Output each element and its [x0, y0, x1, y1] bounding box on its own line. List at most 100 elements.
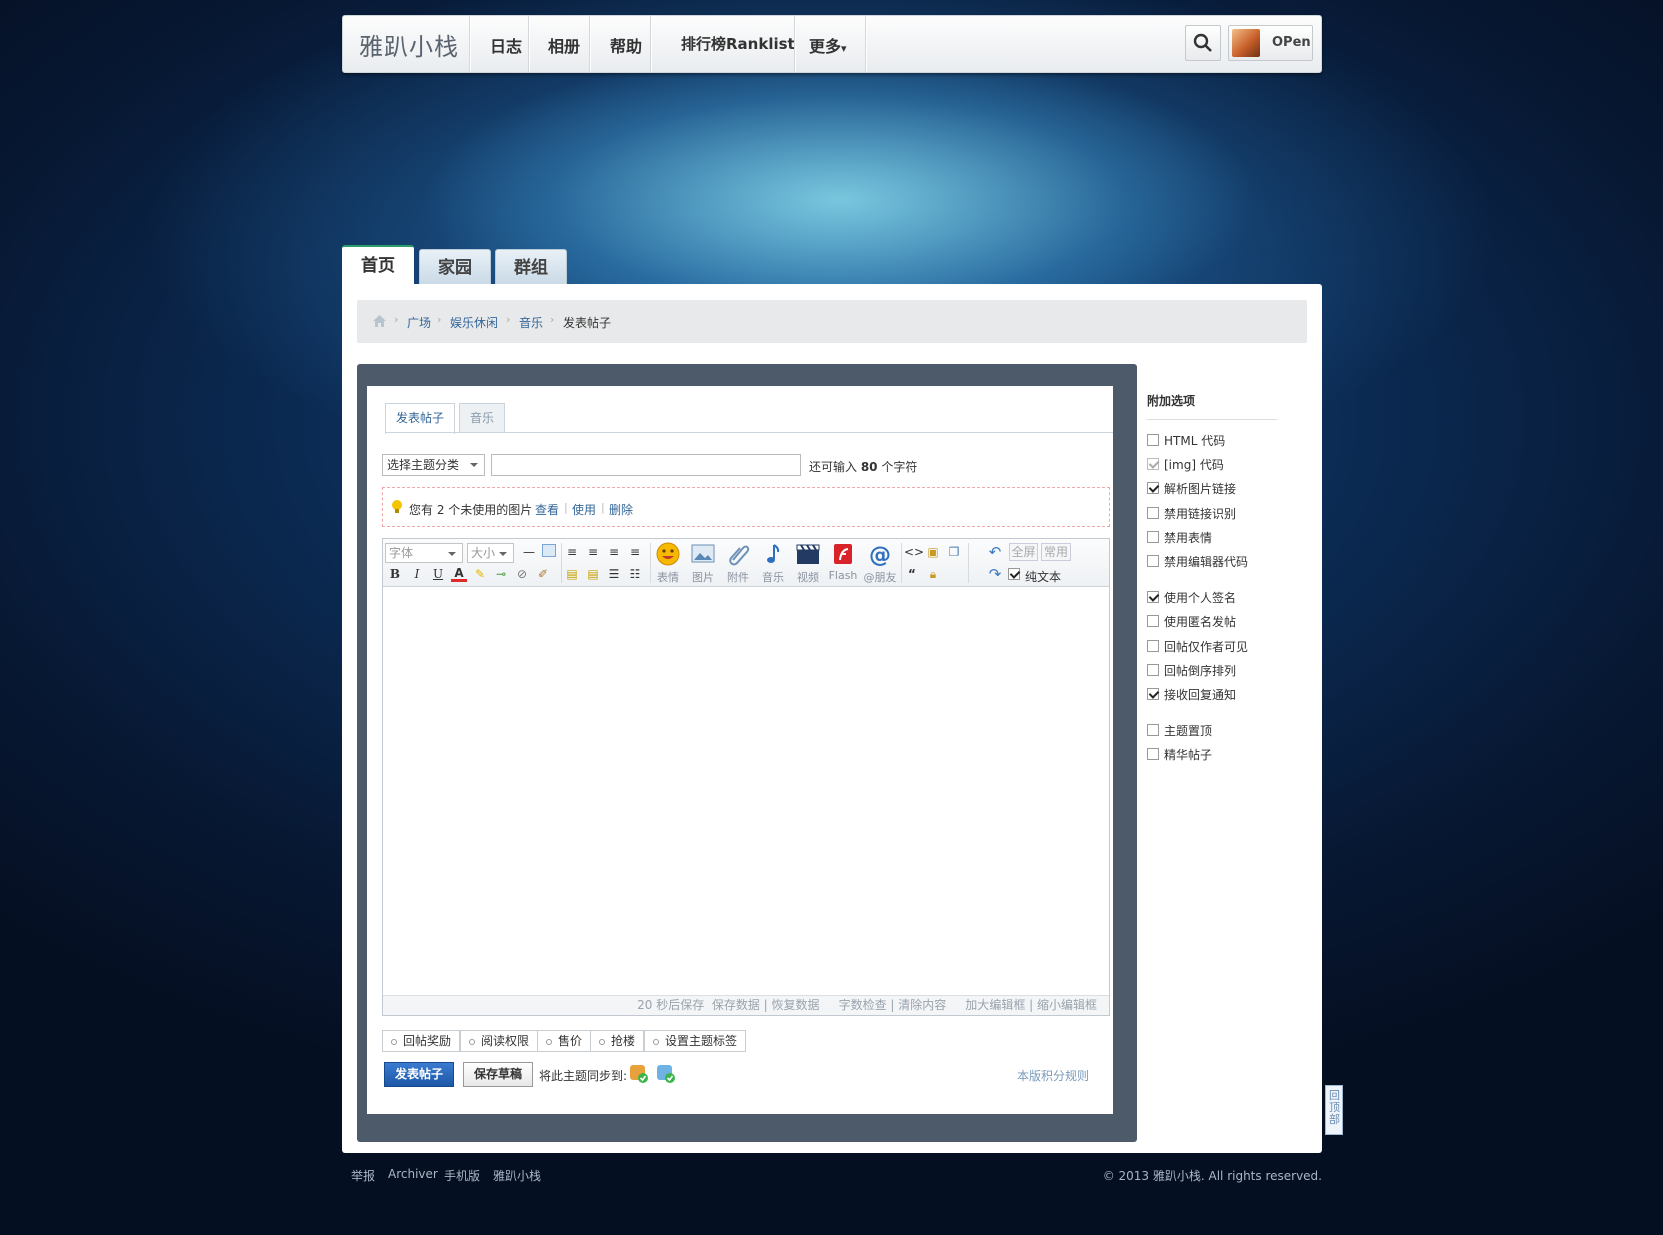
option-checkbox[interactable]	[1147, 688, 1159, 700]
horizontal-rule-icon[interactable]: —	[521, 544, 537, 560]
option-checkbox[interactable]	[1147, 482, 1159, 494]
table-icon[interactable]	[542, 544, 556, 557]
search-button[interactable]	[1185, 25, 1221, 61]
option-checkbox[interactable]	[1147, 434, 1159, 446]
emoji-button[interactable]: 表情	[653, 542, 683, 585]
bold-icon[interactable]: B	[387, 566, 403, 582]
video-button[interactable]: 视频	[793, 542, 823, 585]
title-input[interactable]	[491, 454, 801, 476]
sync-weibo-icon[interactable]	[629, 1064, 649, 1084]
nav-item-blog[interactable]: 日志	[490, 33, 522, 57]
plaintext-checkbox[interactable]	[1008, 568, 1022, 582]
extra-option-10[interactable]: 接收回复通知	[1147, 686, 1236, 703]
font-size-select[interactable]: 大小	[467, 543, 514, 563]
font-family-select[interactable]: 字体	[385, 543, 463, 563]
extra-option-11[interactable]: 主题置顶	[1147, 722, 1212, 739]
attachment-button[interactable]: 附件	[723, 542, 753, 585]
footer-mobile-link[interactable]: 手机版	[444, 1167, 480, 1184]
align-left-icon[interactable]: ≡	[564, 544, 580, 560]
extra-option-12[interactable]: 精华帖子	[1147, 746, 1212, 763]
delete-images-link[interactable]: 删除	[609, 501, 633, 518]
extra-option-6[interactable]: 使用个人签名	[1147, 589, 1236, 606]
nav-item-help[interactable]: 帮助	[610, 33, 642, 57]
extra-option-1[interactable]: [img] 代码	[1147, 456, 1224, 473]
view-images-link[interactable]: 查看	[535, 501, 559, 518]
read-permission-button[interactable]: 阅读权限	[460, 1030, 539, 1052]
nav-item-more[interactable]: 更多▾	[809, 33, 847, 57]
highlight-icon[interactable]: ✎	[472, 566, 488, 582]
common-button[interactable]: 常用	[1041, 543, 1071, 561]
submit-post-button[interactable]: 发表帖子	[384, 1062, 454, 1087]
option-checkbox[interactable]	[1147, 591, 1159, 603]
lock-icon[interactable]: 🔒︎	[925, 566, 941, 582]
option-checkbox[interactable]	[1147, 531, 1159, 543]
user-menu-button[interactable]: OPen	[1228, 25, 1313, 61]
undo-icon[interactable]: ↶	[987, 544, 1003, 560]
option-checkbox[interactable]	[1147, 748, 1159, 760]
home-icon[interactable]	[373, 315, 386, 327]
image-button[interactable]: 图片	[688, 542, 718, 585]
option-checkbox[interactable]	[1147, 640, 1159, 652]
align-justify-icon[interactable]: ≡	[606, 544, 622, 560]
flash-button[interactable]: Flash	[828, 542, 858, 582]
reply-reward-button[interactable]: 回帖奖励	[382, 1030, 461, 1052]
back-to-top-button[interactable]: 回顶部	[1325, 1085, 1343, 1135]
redo-icon[interactable]: ↷	[987, 566, 1003, 582]
tab-groups[interactable]: 群组	[495, 249, 567, 285]
underline-icon[interactable]: U	[430, 566, 446, 582]
float-right-icon[interactable]: ▤	[585, 566, 601, 582]
fullscreen-button[interactable]: 全屏	[1009, 543, 1038, 561]
footer-archiver-link[interactable]: Archiver	[388, 1167, 438, 1181]
extra-option-0[interactable]: HTML 代码	[1147, 432, 1225, 449]
extra-option-2[interactable]: 解析图片链接	[1147, 480, 1236, 497]
option-checkbox[interactable]	[1147, 664, 1159, 676]
align-center-icon[interactable]: ≡	[585, 544, 601, 560]
font-color-icon[interactable]: A	[451, 565, 467, 582]
breadcrumb-plaza[interactable]: 广场	[407, 314, 431, 331]
mention-friend-button[interactable]: @ @朋友	[863, 542, 897, 585]
save-draft-button[interactable]: 保存草稿	[463, 1062, 533, 1087]
ordered-list-icon[interactable]: ☰	[606, 566, 622, 582]
option-checkbox[interactable]	[1147, 507, 1159, 519]
subtab-music[interactable]: 音乐	[459, 403, 505, 433]
set-topic-tags-button[interactable]: 设置主题标签	[644, 1030, 747, 1052]
breadcrumb-music[interactable]: 音乐	[519, 314, 543, 331]
option-checkbox[interactable]	[1147, 555, 1159, 567]
hide-content-icon[interactable]: ▣	[925, 544, 941, 560]
extra-option-9[interactable]: 回帖倒序排列	[1147, 662, 1236, 679]
tab-family[interactable]: 家园	[419, 249, 491, 285]
credit-rules-link[interactable]: 本版积分规则	[1017, 1067, 1089, 1084]
music-button[interactable]: 音乐	[758, 542, 788, 585]
unlink-icon[interactable]: ⊘	[514, 566, 530, 582]
extra-option-5[interactable]: 禁用编辑器代码	[1147, 553, 1248, 570]
site-logo[interactable]: 雅趴小栈	[359, 27, 459, 62]
footer-site-link[interactable]: 雅趴小栈	[493, 1167, 541, 1184]
rush-floor-button[interactable]: 抢楼	[590, 1030, 645, 1052]
link-icon[interactable]: ⊸	[493, 566, 509, 582]
extra-option-8[interactable]: 回帖仅作者可见	[1147, 638, 1248, 655]
sync-qzone-icon[interactable]	[656, 1064, 676, 1084]
nav-item-album[interactable]: 相册	[548, 33, 580, 57]
page-break-icon[interactable]: ❐	[946, 544, 962, 560]
topic-category-select[interactable]: 选择主题分类	[382, 454, 485, 476]
italic-icon[interactable]: I	[409, 566, 425, 582]
autosave-status-text[interactable]: 20 秒后保存 保存数据 | 恢复数据 字数检查 | 清除内容 加大编辑框 | …	[637, 996, 1097, 1015]
nav-item-ranklist[interactable]: 排行榜Ranklist	[681, 33, 795, 54]
unordered-list-icon[interactable]: ☷	[627, 566, 643, 582]
float-left-icon[interactable]: ▤	[564, 566, 580, 582]
extra-option-3[interactable]: 禁用链接识别	[1147, 505, 1236, 522]
code-icon[interactable]: <>	[904, 544, 924, 560]
footer-report-link[interactable]: 举报	[351, 1167, 375, 1184]
option-checkbox[interactable]	[1147, 724, 1159, 736]
breadcrumb-entertainment[interactable]: 娱乐休闲	[450, 314, 498, 331]
align-right-icon[interactable]: ≡	[627, 544, 643, 560]
use-images-link[interactable]: 使用	[572, 501, 596, 518]
option-checkbox[interactable]	[1147, 458, 1159, 470]
option-checkbox[interactable]	[1147, 615, 1159, 627]
editor-textarea[interactable]	[383, 587, 1109, 995]
subtab-new-post[interactable]: 发表帖子	[385, 403, 455, 434]
price-button[interactable]: 售价	[537, 1030, 592, 1052]
extra-option-7[interactable]: 使用匿名发帖	[1147, 613, 1236, 630]
tab-home[interactable]: 首页	[342, 245, 414, 285]
extra-option-4[interactable]: 禁用表情	[1147, 529, 1212, 546]
